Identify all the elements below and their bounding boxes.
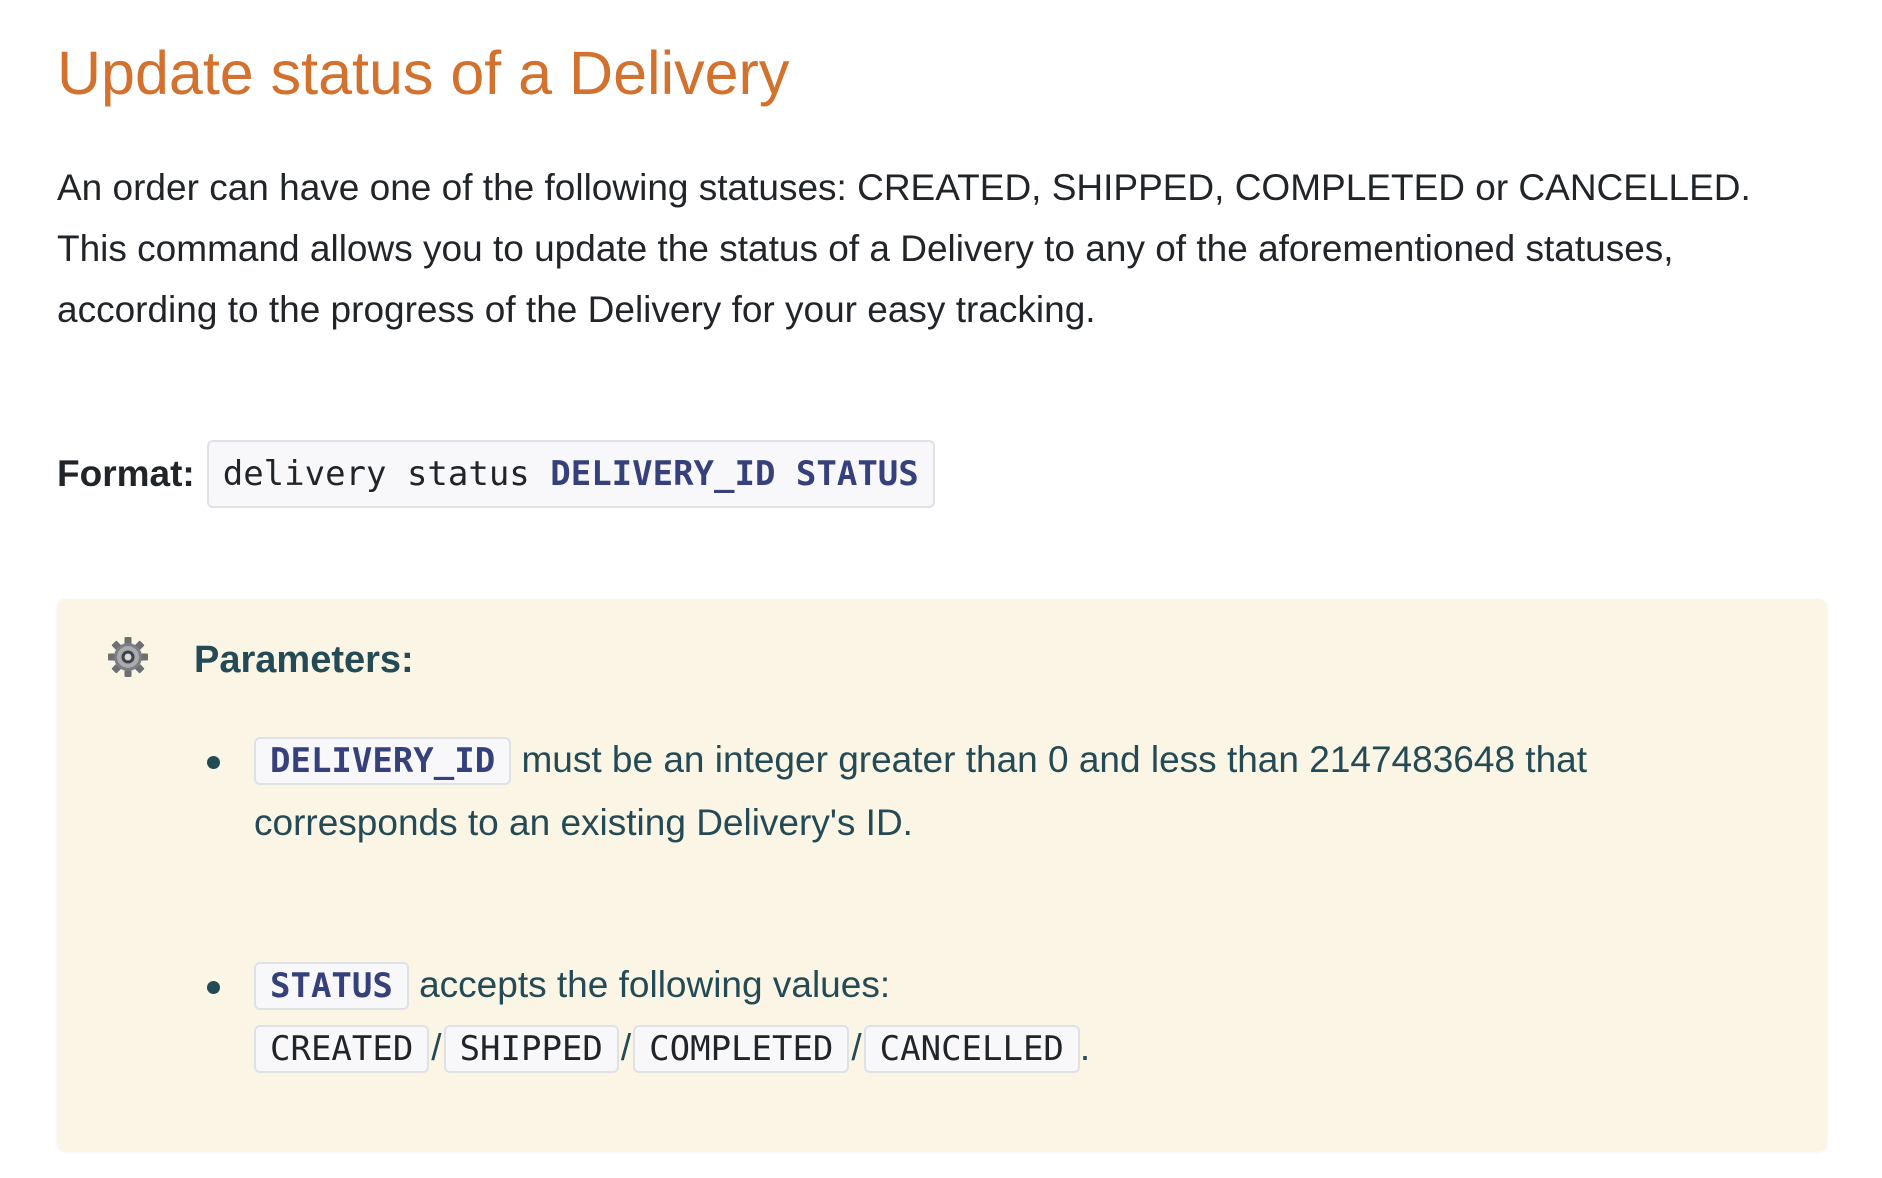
status-value-shipped: SHIPPED	[443, 1025, 619, 1073]
format-arg-status: STATUS	[795, 454, 919, 494]
gear-icon	[108, 637, 148, 677]
list-item: DELIVERY_ID must be an integer greater t…	[194, 729, 1754, 853]
sentence-end: .	[1079, 1027, 1091, 1068]
format-command: delivery status	[222, 454, 530, 494]
parameters-callout: Parameters: DELIVERY_ID must be an integ…	[57, 599, 1827, 1151]
list-item: STATUS accepts the following values: CRE…	[194, 954, 1754, 1080]
param-name-status: STATUS	[254, 962, 409, 1010]
format-line: Format: delivery status DELIVERY_ID STAT…	[57, 440, 935, 508]
value-separator: /	[851, 1027, 862, 1068]
value-separator: /	[431, 1027, 442, 1068]
format-code: delivery status DELIVERY_ID STATUS	[206, 440, 935, 508]
parameters-title: Parameters:	[194, 639, 414, 681]
parameters-list: DELIVERY_ID must be an integer greater t…	[194, 729, 1754, 1080]
status-value-created: CREATED	[254, 1025, 430, 1073]
page-title: Update status of a Delivery	[57, 39, 790, 107]
format-label: Format:	[57, 453, 195, 494]
param-description: accepts the following values:	[419, 964, 891, 1005]
description-paragraph: An order can have one of the following s…	[57, 167, 1751, 330]
status-value-completed: COMPLETED	[633, 1025, 850, 1073]
format-arg-delivery-id: DELIVERY_ID	[550, 454, 776, 494]
value-separator: /	[620, 1027, 632, 1068]
param-name-delivery-id: DELIVERY_ID	[254, 737, 512, 785]
status-value-cancelled: CANCELLED	[863, 1025, 1080, 1073]
